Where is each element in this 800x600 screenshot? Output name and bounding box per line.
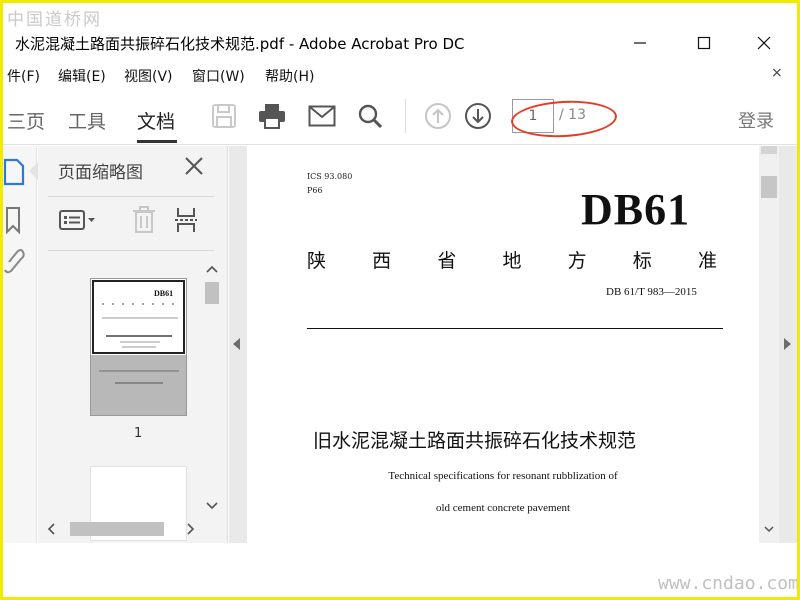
collapse-right-pane-icon[interactable]: [784, 338, 791, 350]
doc-province-char: 方: [567, 250, 587, 272]
menu-help[interactable]: 帮助(H): [265, 66, 314, 86]
doc-province-char: 准: [697, 250, 717, 272]
close-pane-button[interactable]: [184, 156, 204, 182]
page-thumbnails-toggle[interactable]: [3, 158, 25, 186]
app-window: 中国道桥网 水泥混凝土路面共振碎石化技术规范.pdf - Adobe Acrob…: [0, 0, 800, 600]
doc-category: P66: [307, 186, 323, 195]
thumbnail-footer-lines: [99, 370, 179, 384]
scroll-down-icon: [206, 502, 218, 510]
doc-title-english-line1: Technical specifications for resonant ru…: [388, 470, 618, 482]
doc-ics-code: ICS 93.080: [307, 172, 353, 181]
scroll-up-icon: [206, 265, 218, 273]
options-icon: [59, 210, 95, 230]
scrollbar-top-cap: [761, 146, 777, 154]
pane-title: 页面缩略图: [58, 163, 143, 183]
next-page-button[interactable]: [463, 101, 493, 131]
scroll-down-icon[interactable]: [764, 524, 774, 534]
toolbar-separator: [405, 99, 406, 133]
thumbnails-pane: 页面缩略图 DB61 1: [29, 146, 228, 543]
save-button[interactable]: [209, 101, 239, 131]
thumbnail-options-button[interactable]: [58, 204, 98, 236]
scroll-left-icon: [47, 523, 55, 535]
menu-bar: 件(F) 编辑(E) 视图(V) 窗口(W) 帮助(H) ×: [3, 63, 797, 87]
doc-title-chinese: 旧水泥混凝土路面共振碎石化技术规范: [313, 430, 637, 452]
previous-page-button[interactable]: [423, 101, 453, 131]
doc-province-char: 陕: [307, 250, 327, 272]
tab-document[interactable]: 文档: [137, 107, 175, 134]
doc-province-char: 省: [437, 250, 457, 272]
thumbnail-page-label: 1: [134, 426, 143, 441]
thumbnail-lower-region: [91, 355, 186, 415]
print-icon: [259, 104, 285, 129]
pane-pointer: [29, 162, 38, 180]
left-rail: [3, 146, 37, 543]
doc-province-char: 西: [372, 250, 392, 272]
active-tab-indicator: [137, 140, 177, 143]
page-thumbnail-1[interactable]: DB61: [90, 278, 187, 416]
thumbnail-page-preview: DB61: [102, 289, 178, 348]
title-bar: 中国道桥网 水泥混凝土路面共振碎石化技术规范.pdf - Adobe Acrob…: [3, 3, 797, 63]
page-up-icon: [425, 103, 451, 129]
pane-divider: [48, 196, 214, 197]
extract-page-button[interactable]: [174, 204, 198, 236]
doc-standard-code: DB 61/T 983—2015: [606, 286, 697, 298]
menu-edit[interactable]: 编辑(E): [58, 66, 106, 86]
thumbnail-page-content: DB61: [92, 280, 185, 354]
save-icon: [212, 104, 236, 128]
close-icon: [757, 36, 771, 50]
search-icon: [358, 104, 383, 129]
scrollbar-thumb[interactable]: [70, 522, 164, 536]
doc-title-english-line2: old cement concrete pavement: [435, 502, 571, 514]
maximize-icon: [697, 36, 711, 50]
doc-province-char: 标: [632, 250, 652, 272]
scrollbar-thumb[interactable]: [761, 176, 777, 198]
delete-page-button[interactable]: [132, 204, 156, 236]
delete-icon: [133, 206, 155, 233]
email-button[interactable]: [307, 101, 337, 131]
pane-divider: [48, 250, 214, 251]
bottom-area: www.cndao.com: [3, 543, 797, 597]
toolbar: 三页 工具 文档 1 / 13 登录: [3, 89, 797, 145]
search-button[interactable]: [355, 101, 385, 131]
document-page[interactable]: ICS 93.080 P66 DB61 陕 西 省 地 方 标 准 DB 61/…: [247, 146, 759, 543]
close-window-button[interactable]: [741, 29, 787, 57]
menu-file[interactable]: 件(F): [7, 66, 40, 86]
tab-tools[interactable]: 工具: [68, 107, 106, 134]
bookmark-icon: [6, 207, 20, 235]
minimize-icon: [634, 42, 646, 44]
thumbnails-vertical-scrollbar[interactable]: [202, 258, 222, 516]
svg-text:DB61: DB61: [154, 289, 173, 298]
document-vertical-scrollbar[interactable]: [759, 146, 779, 543]
tab-home[interactable]: 三页: [7, 107, 45, 134]
menu-view[interactable]: 视图(V): [124, 66, 173, 86]
bookmarks-toggle[interactable]: [3, 206, 25, 235]
minimize-button[interactable]: [617, 29, 663, 57]
doc-divider-rule: [307, 328, 723, 329]
maximize-button[interactable]: [681, 29, 727, 57]
login-button[interactable]: 登录: [738, 107, 774, 133]
mail-icon: [308, 105, 336, 127]
thumbnails-horizontal-scrollbar[interactable]: [42, 518, 202, 538]
page-thumbnails-icon: [3, 158, 25, 186]
print-button[interactable]: [257, 101, 287, 131]
watermark-url: www.cndao.com: [658, 573, 799, 594]
paperclip-icon: [4, 249, 25, 274]
doc-province-char: 地: [502, 250, 522, 272]
scrollbar-thumb[interactable]: [205, 282, 219, 304]
doc-standard-mark: DB61: [581, 185, 691, 234]
doc-province-heading: 陕 西 省 地 方 标 准: [307, 246, 717, 273]
close-document-button[interactable]: ×: [771, 65, 783, 81]
close-icon: [185, 157, 203, 175]
collapse-left-pane-icon[interactable]: [233, 338, 240, 350]
menu-window[interactable]: 窗口(W): [192, 66, 245, 86]
window-title: 水泥混凝土路面共振碎石化技术规范.pdf - Adobe Acrobat Pro…: [15, 35, 465, 53]
attachments-toggle[interactable]: [3, 246, 25, 274]
extract-icon: [175, 208, 197, 232]
scroll-right-icon: [187, 523, 195, 535]
page-down-icon: [465, 103, 491, 129]
watermark-logo: 中国道桥网: [7, 10, 102, 30]
